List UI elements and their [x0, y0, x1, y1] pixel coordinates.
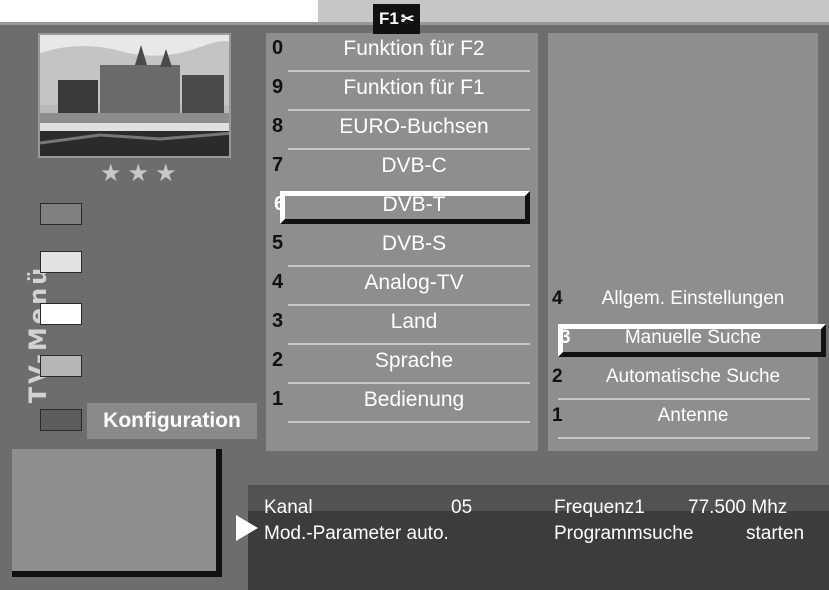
cursor-arrow-icon	[236, 515, 258, 541]
menu-item-number: 0	[272, 37, 284, 59]
menu-separator	[288, 421, 530, 423]
menu-item-label: Analog-TV	[364, 271, 464, 294]
sub-item-manuelle-suche[interactable]: 3 Manuelle Suche	[548, 322, 826, 361]
menu-separator	[558, 437, 810, 439]
menu-item-label: EURO-Buchsen	[339, 115, 489, 138]
menu-item-analog-tv[interactable]: 4 Analog-TV	[266, 267, 538, 306]
menu-item-number: 8	[272, 115, 284, 137]
top-left-area	[0, 0, 318, 22]
status-bar: Kanal 05 Frequenz1 77.500 Mhz Mod.-Param…	[248, 485, 829, 590]
menu-item-number: 4	[272, 271, 284, 293]
menu-title-vertical: TV-Menü	[24, 264, 52, 404]
sub-item-automatische-suche[interactable]: 2 Automatische Suche	[548, 361, 818, 400]
sub-item-label: Automatische Suche	[605, 366, 781, 387]
scissors-icon: ✂	[400, 11, 415, 28]
preview-image	[40, 35, 229, 156]
tv-screen: ★★★ TV-Menü Konfiguration 0 Funktion für…	[0, 22, 829, 590]
color-key-4[interactable]	[40, 355, 82, 377]
programmsuche-label: Programmsuche	[554, 523, 694, 544]
menu-item-dvb-t[interactable]: 6 DVB-T	[266, 189, 538, 228]
menu-item-funktion-f2[interactable]: 0 Funktion für F2	[266, 33, 538, 72]
menu-item-label: Land	[390, 310, 438, 333]
lower-left-panel	[12, 449, 222, 577]
color-key-1[interactable]	[40, 203, 82, 225]
menu-item-number: 5	[272, 232, 284, 254]
color-key-5[interactable]	[40, 409, 82, 431]
preview-thumbnail	[38, 33, 231, 158]
color-key-3[interactable]	[40, 303, 82, 325]
sub-menu: 4 Allgem. Einstellungen 3 Manuelle Suche…	[548, 283, 826, 451]
menu-item-number: 6	[274, 193, 286, 215]
menu-item-funktion-f1[interactable]: 9 Funktion für F1	[266, 72, 538, 111]
color-key-2[interactable]	[40, 251, 82, 273]
rating-stars: ★★★	[100, 160, 183, 187]
menu-item-land[interactable]: 3 Land	[266, 306, 538, 345]
info-panel	[548, 33, 818, 283]
sub-item-number: 1	[552, 405, 563, 426]
menu-item-label: Bedienung	[363, 388, 465, 411]
sub-item-number: 2	[552, 366, 563, 387]
menu-item-dvb-s[interactable]: 5 DVB-S	[266, 228, 538, 267]
sub-item-label: Allgem. Einstellungen	[601, 288, 785, 309]
menu-item-number: 7	[272, 154, 284, 176]
menu-item-euro-buchsen[interactable]: 8 EURO-Buchsen	[266, 111, 538, 150]
konfiguration-label: Konfiguration	[87, 403, 257, 439]
menu-item-dvb-c[interactable]: 7 DVB-C	[266, 150, 538, 189]
sub-item-label: Antenne	[657, 405, 729, 426]
menu-item-label: DVB-S	[381, 232, 447, 255]
mod-parameter[interactable]: Mod.-Parameter auto.	[264, 523, 449, 545]
menu-item-bedienung[interactable]: 1 Bedienung	[266, 384, 538, 423]
kanal-value: 05	[451, 497, 473, 518]
sub-item-allgem-einstellungen[interactable]: 4 Allgem. Einstellungen	[548, 283, 818, 322]
kanal-label: Kanal	[264, 497, 313, 518]
menu-item-label: Funktion für F2	[343, 37, 485, 60]
sub-item-label: Manuelle Suche	[624, 327, 762, 348]
sub-item-number: 4	[552, 288, 563, 309]
main-menu: 0 Funktion für F2 9 Funktion für F1 8 EU…	[266, 33, 538, 451]
f1-key-tag: F1 ✂	[373, 4, 421, 34]
menu-item-number: 9	[272, 76, 284, 98]
menu-item-number: 2	[272, 349, 284, 371]
menu-item-sprache[interactable]: 2 Sprache	[266, 345, 538, 384]
menu-item-label: Funktion für F1	[343, 76, 485, 99]
menu-item-label: Sprache	[374, 349, 454, 372]
menu-item-number: 1	[272, 388, 284, 410]
sub-item-antenne[interactable]: 1 Antenne	[548, 400, 818, 439]
sub-item-number: 3	[560, 327, 571, 348]
starten-action[interactable]: starten	[746, 523, 804, 545]
frequenz-label: Frequenz1	[554, 497, 645, 518]
frequenz-value: 77.500 Mhz	[688, 497, 788, 518]
menu-item-label: DVB-C	[381, 154, 447, 177]
menu-item-number: 3	[272, 310, 284, 332]
menu-item-label: DVB-T	[382, 193, 446, 216]
f1-label: F1	[379, 9, 399, 28]
